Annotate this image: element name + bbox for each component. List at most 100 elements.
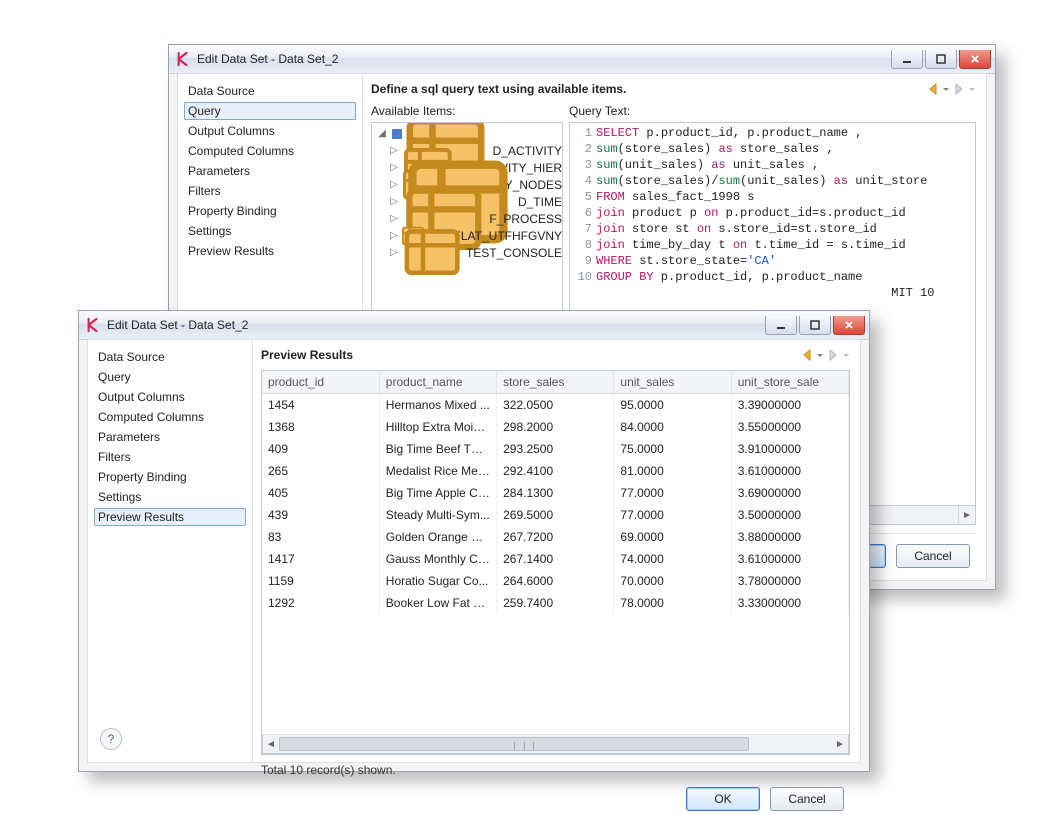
nav-item-computed-columns[interactable]: Computed Columns xyxy=(184,142,356,160)
table-cell: Big Time Apple Ci... xyxy=(379,482,496,504)
table-cell: 3.88000000 xyxy=(731,526,848,548)
table-cell: 405 xyxy=(262,482,379,504)
table-cell: 264.6000 xyxy=(497,570,614,592)
table-row[interactable]: 1368Hilltop Extra Moist...298.200084.000… xyxy=(262,416,849,438)
table-cell: Big Time Beef TV ... xyxy=(379,438,496,460)
table-cell: 409 xyxy=(262,438,379,460)
table-row[interactable]: 1292Booker Low Fat C...259.740078.00003.… xyxy=(262,592,849,614)
table-cell: 3.78000000 xyxy=(731,570,848,592)
table-cell: 95.0000 xyxy=(614,394,731,417)
table-cell: 1159 xyxy=(262,570,379,592)
table-cell: 267.7200 xyxy=(497,526,614,548)
ok-button[interactable]: OK xyxy=(686,787,760,811)
table-cell: 269.5000 xyxy=(497,504,614,526)
column-header[interactable]: unit_store_sale xyxy=(731,371,848,394)
nav-forward-icon[interactable] xyxy=(826,348,840,362)
table-cell: 1292 xyxy=(262,592,379,614)
maximize-button[interactable] xyxy=(925,50,957,69)
table-cell: 259.7400 xyxy=(497,592,614,614)
table-cell: 77.0000 xyxy=(614,482,731,504)
nav-forward-menu-icon[interactable] xyxy=(842,348,850,362)
titlebar[interactable]: Edit Data Set - Data Set_2 xyxy=(79,311,869,340)
tree-item[interactable]: ▷TEST_CONSOLE xyxy=(372,244,562,261)
table-row[interactable]: 439Steady Multi-Sym...269.500077.00003.5… xyxy=(262,504,849,526)
table-row[interactable]: 83Golden Orange Fo...267.720069.00003.88… xyxy=(262,526,849,548)
scroll-right-icon[interactable]: ► xyxy=(832,735,848,753)
scroll-right-icon[interactable]: ► xyxy=(958,506,975,524)
table-row[interactable]: 409Big Time Beef TV ...293.250075.00003.… xyxy=(262,438,849,460)
table-row[interactable]: 1454Hermanos Mixed ...322.050095.00003.3… xyxy=(262,394,849,417)
nav-item-property-binding[interactable]: Property Binding xyxy=(94,468,246,486)
nav-item-output-columns[interactable]: Output Columns xyxy=(184,122,356,140)
close-button[interactable] xyxy=(833,316,865,335)
column-header[interactable]: product_name xyxy=(379,371,496,394)
table-cell: 322.0500 xyxy=(497,394,614,417)
query-text-label: Query Text: xyxy=(569,104,976,118)
maximize-button[interactable] xyxy=(799,316,831,335)
nav-item-parameters[interactable]: Parameters xyxy=(94,428,246,446)
table-row[interactable]: 265Medalist Rice Medly292.410081.00003.6… xyxy=(262,460,849,482)
table-cell: 293.2500 xyxy=(497,438,614,460)
nav-item-data-source[interactable]: Data Source xyxy=(94,348,246,366)
table-cell: 3.61000000 xyxy=(731,548,848,570)
table-row[interactable]: 405Big Time Apple Ci...284.130077.00003.… xyxy=(262,482,849,504)
nav-item-preview-results[interactable]: Preview Results xyxy=(184,242,356,260)
titlebar[interactable]: Edit Data Set - Data Set_2 xyxy=(169,45,995,74)
nav-back-icon[interactable] xyxy=(926,82,940,96)
nav-back-menu-icon[interactable] xyxy=(816,348,824,362)
scroll-left-icon[interactable]: ◄ xyxy=(263,735,279,753)
table-hscrollbar[interactable]: ◄ ► xyxy=(262,734,849,754)
table-cell: Horatio Sugar Co... xyxy=(379,570,496,592)
help-icon[interactable]: ? xyxy=(100,728,122,750)
nav-forward-menu-icon[interactable] xyxy=(968,82,976,96)
column-header[interactable]: product_id xyxy=(262,371,379,394)
table-cell: 81.0000 xyxy=(614,460,731,482)
preview-results-table[interactable]: product_idproduct_namestore_salesunit_sa… xyxy=(262,371,849,614)
nav-back-menu-icon[interactable] xyxy=(942,82,950,96)
column-header[interactable]: store_sales xyxy=(497,371,614,394)
close-button[interactable] xyxy=(959,50,991,69)
table-cell: 69.0000 xyxy=(614,526,731,548)
table-cell: 3.91000000 xyxy=(731,438,848,460)
nav-item-settings[interactable]: Settings xyxy=(184,222,356,240)
nav-item-property-binding[interactable]: Property Binding xyxy=(184,202,356,220)
available-items-label: Available Items: xyxy=(371,104,563,118)
cancel-button[interactable]: Cancel xyxy=(770,787,844,811)
nav-item-computed-columns[interactable]: Computed Columns xyxy=(94,408,246,426)
nav-item-settings[interactable]: Settings xyxy=(94,488,246,506)
minimize-button[interactable] xyxy=(891,50,923,69)
nav-item-query[interactable]: Query xyxy=(184,102,356,120)
table-cell: Medalist Rice Medly xyxy=(379,460,496,482)
column-header[interactable]: unit_sales xyxy=(614,371,731,394)
minimize-button[interactable] xyxy=(765,316,797,335)
page-heading: Preview Results xyxy=(261,348,800,362)
window-title: Edit Data Set - Data Set_2 xyxy=(107,318,763,332)
nav-item-filters[interactable]: Filters xyxy=(94,448,246,466)
table-cell: Hilltop Extra Moist... xyxy=(379,416,496,438)
table-row[interactable]: 1417Gauss Monthly Co...267.140074.00003.… xyxy=(262,548,849,570)
table-cell: 439 xyxy=(262,504,379,526)
table-cell: 3.61000000 xyxy=(731,460,848,482)
cancel-button[interactable]: Cancel xyxy=(896,544,970,568)
nav-item-output-columns[interactable]: Output Columns xyxy=(94,388,246,406)
table-cell: 1417 xyxy=(262,548,379,570)
table-row[interactable]: 1159Horatio Sugar Co...264.600070.00003.… xyxy=(262,570,849,592)
table-cell: 84.0000 xyxy=(614,416,731,438)
app-icon xyxy=(85,317,101,333)
nav-item-query[interactable]: Query xyxy=(94,368,246,386)
table-cell: 3.33000000 xyxy=(731,592,848,614)
nav-back-icon[interactable] xyxy=(800,348,814,362)
nav-item-filters[interactable]: Filters xyxy=(184,182,356,200)
scroll-thumb[interactable] xyxy=(279,737,749,751)
table-cell: 74.0000 xyxy=(614,548,731,570)
edit-dataset-preview-window: Edit Data Set - Data Set_2 Data Source Qu… xyxy=(78,310,870,772)
table-cell: 3.55000000 xyxy=(731,416,848,438)
status-text: Total 10 record(s) shown. xyxy=(261,763,850,777)
nav-item-parameters[interactable]: Parameters xyxy=(184,162,356,180)
nav-item-data-source[interactable]: Data Source xyxy=(184,82,356,100)
nav-item-preview-results[interactable]: Preview Results xyxy=(94,508,246,526)
table-cell: 78.0000 xyxy=(614,592,731,614)
table-cell: Gauss Monthly Co... xyxy=(379,548,496,570)
nav-forward-icon[interactable] xyxy=(952,82,966,96)
table-cell: 1454 xyxy=(262,394,379,417)
